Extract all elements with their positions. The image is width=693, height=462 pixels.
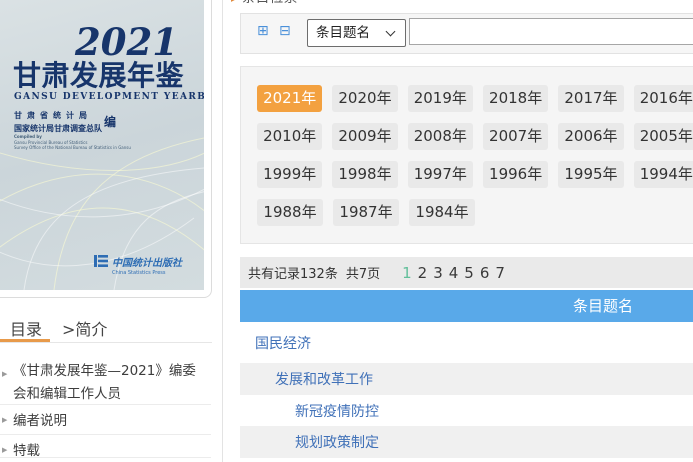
- toc-arrow-icon: ▶: [2, 446, 7, 454]
- table-row: 新冠疫情防控: [240, 395, 693, 426]
- page-number-7[interactable]: 7: [495, 264, 505, 282]
- app-root: 2021 甘肃发展年鉴 GANSU DEVELOPMENT YEARBOOK 甘…: [0, 0, 693, 462]
- toc-item-label: 特载: [0, 440, 208, 462]
- year-button-2018[interactable]: 2018年: [483, 85, 548, 112]
- table-row: 发展和改革工作: [240, 363, 693, 395]
- toc-item[interactable]: ▶特载: [0, 440, 208, 462]
- table-row: 规划政策制定: [240, 426, 693, 458]
- year-button-1997[interactable]: 1997年: [408, 161, 473, 188]
- cover-english-credits: Compiled by Gansu Provincial Bureau of S…: [14, 134, 131, 151]
- table-header-label: 条目题名: [573, 290, 633, 322]
- tab-intro[interactable]: >简介: [62, 316, 107, 340]
- pages-count-text: 共7页: [346, 263, 380, 282]
- compile-mark: 编: [104, 113, 116, 130]
- table-row: 国民经济: [240, 322, 693, 363]
- search-field-select[interactable]: 条目题名: [307, 19, 406, 47]
- year-button-2007[interactable]: 2007年: [483, 123, 548, 150]
- year-button-2019[interactable]: 2019年: [408, 85, 473, 112]
- expand-icon[interactable]: ⊞: [257, 24, 269, 38]
- year-button-1996[interactable]: 1996年: [483, 161, 548, 188]
- year-button-row: 1999年 1998年 1997年 1996年 1995年 1994年: [257, 161, 693, 188]
- publisher-name-cn: 中国统计出版社: [112, 254, 182, 269]
- section-title: ▸ 条目检索: [231, 0, 298, 7]
- page-number-3[interactable]: 3: [433, 264, 443, 282]
- publisher-block: 中国统计出版社 China Statistics Press: [94, 254, 182, 276]
- toc-separator: [0, 404, 211, 405]
- year-button-row: 2010年 2009年 2008年 2007年 2006年 2005年: [257, 123, 693, 150]
- entry-link[interactable]: 发展和改革工作: [240, 369, 373, 389]
- year-button-2005[interactable]: 2005年: [634, 123, 693, 150]
- year-button-1999[interactable]: 1999年: [257, 161, 322, 188]
- toc-separator: [0, 457, 211, 458]
- search-input[interactable]: [409, 18, 693, 45]
- entry-link[interactable]: 新冠疫情防控: [240, 401, 379, 421]
- year-button-2010[interactable]: 2010年: [257, 123, 322, 150]
- page-number-4[interactable]: 4: [449, 264, 459, 282]
- toc-item-label: 编者说明: [0, 410, 208, 433]
- tabs-divider: [0, 342, 212, 343]
- entry-link[interactable]: 国民经济: [240, 333, 311, 353]
- tab-toc[interactable]: 目录: [10, 316, 42, 340]
- year-button-2008[interactable]: 2008年: [408, 123, 473, 150]
- year-button-2020[interactable]: 2020年: [332, 85, 397, 112]
- year-button-1998[interactable]: 1998年: [332, 161, 397, 188]
- year-button-2017[interactable]: 2017年: [558, 85, 623, 112]
- year-filter-panel: 2021年 2020年 2019年 2018年 2017年 2016年 2010年 2009年…: [240, 66, 693, 244]
- publisher-logo-icon: [94, 254, 108, 268]
- year-button-2006[interactable]: 2006年: [558, 123, 623, 150]
- toc-item[interactable]: ▶编者说明: [0, 410, 208, 433]
- section-arrow-icon: ▸: [231, 0, 237, 5]
- cover-title: 甘肃发展年鉴: [13, 54, 184, 94]
- year-button-1987[interactable]: 1987年: [333, 199, 399, 226]
- page-number-list: 1234567: [402, 264, 505, 282]
- records-count-text: 共有记录132条: [248, 263, 338, 282]
- toc-item-label: 《甘肃发展年鉴—2021》编委会和编辑工作人员: [0, 360, 208, 406]
- year-button-2016[interactable]: 2016年: [634, 85, 693, 112]
- cover-compilers: 甘肃省统计局 国家统计局甘肃调查总队 编: [14, 110, 124, 134]
- year-button-1988[interactable]: 1988年: [257, 199, 323, 226]
- compiled-en-line2: Survey Office of the National Bureau of …: [14, 145, 131, 151]
- toc-separator: [0, 434, 211, 435]
- year-button-1994[interactable]: 1994年: [634, 161, 693, 188]
- collapse-icon[interactable]: ⊟: [279, 24, 291, 38]
- year-button-row: 2021年 2020年 2019年 2018年 2017年 2016年: [257, 85, 693, 112]
- pagination-bar: 共有记录132条 共7页 1234567: [240, 257, 693, 288]
- entry-link[interactable]: 规划政策制定: [240, 432, 379, 452]
- year-button-2021[interactable]: 2021年: [257, 85, 322, 112]
- page-number-1[interactable]: 1: [402, 264, 412, 282]
- year-button-row: 1988年 1987年 1984年: [257, 199, 693, 226]
- page-number-5[interactable]: 5: [464, 264, 474, 282]
- table-header: 条目题名: [240, 290, 693, 322]
- book-cover-card: 2021 甘肃发展年鉴 GANSU DEVELOPMENT YEARBOOK 甘…: [0, 0, 212, 298]
- toc-arrow-icon: ▶: [2, 416, 7, 424]
- section-title-label: 条目检索: [242, 0, 298, 6]
- year-button-1995[interactable]: 1995年: [558, 161, 623, 188]
- search-panel: ⊞ ⊟ 条目题名: [240, 13, 693, 54]
- cover-subtitle: GANSU DEVELOPMENT YEARBOOK: [14, 92, 204, 102]
- publisher-name-en: China Statistics Press: [112, 270, 182, 276]
- toc-arrow-icon: ▶: [2, 370, 7, 378]
- toc-item[interactable]: ▶《甘肃发展年鉴—2021》编委会和编辑工作人员: [0, 360, 208, 406]
- book-cover-image: 2021 甘肃发展年鉴 GANSU DEVELOPMENT YEARBOOK 甘…: [0, 0, 204, 290]
- year-button-2009[interactable]: 2009年: [332, 123, 397, 150]
- column-divider: [222, 0, 223, 462]
- entries-table: 国民经济发展和改革工作新冠疫情防控规划政策制定: [240, 322, 693, 458]
- page-number-6[interactable]: 6: [480, 264, 490, 282]
- page-number-2[interactable]: 2: [418, 264, 428, 282]
- year-button-1984[interactable]: 1984年: [409, 199, 475, 226]
